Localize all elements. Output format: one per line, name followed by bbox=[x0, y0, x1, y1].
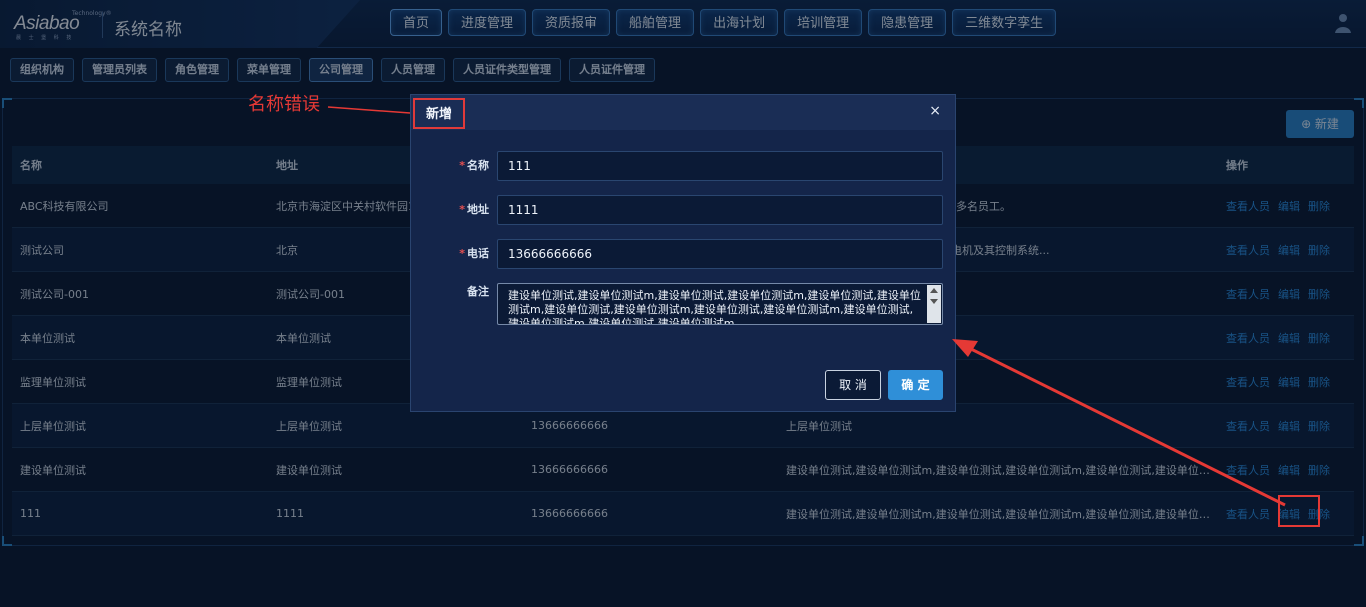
annotation-arrow-line bbox=[964, 344, 1286, 507]
annotation-arrows bbox=[327, 106, 1286, 507]
annotation-pointer-line bbox=[327, 106, 411, 114]
annotation-arrow-head bbox=[952, 339, 978, 357]
